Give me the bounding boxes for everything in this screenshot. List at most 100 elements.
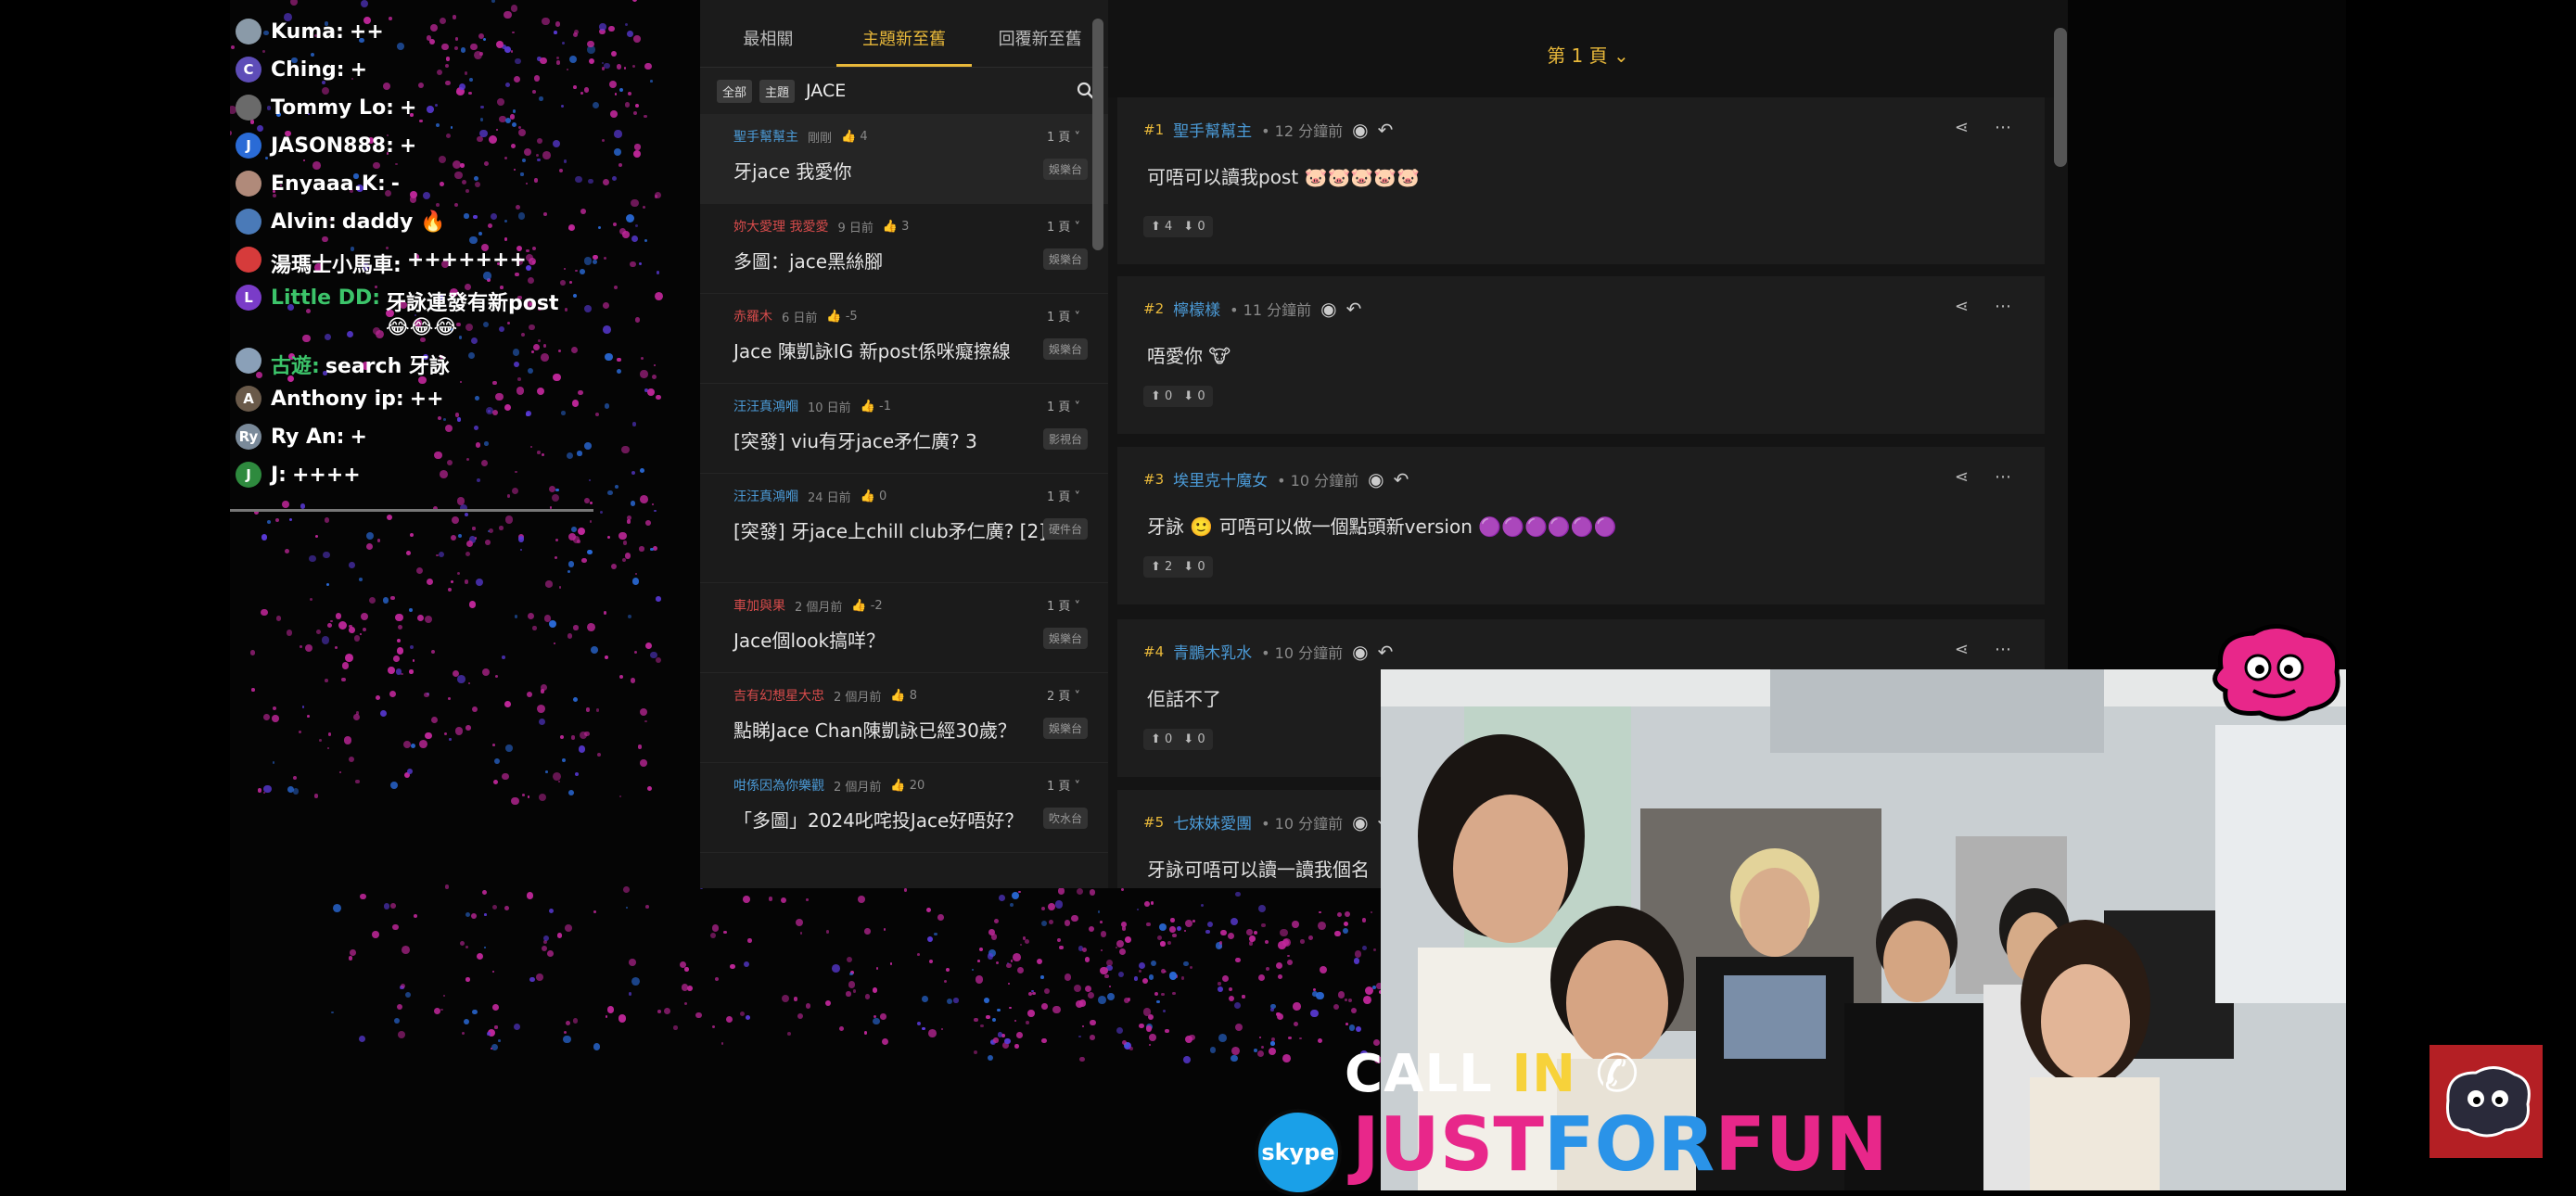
thread-category-badge[interactable]: 硬件台 <box>1043 518 1088 540</box>
upvote-button[interactable]: ⬆ 4 <box>1151 220 1172 234</box>
thread-category-badge[interactable]: 娛樂台 <box>1043 628 1088 649</box>
page-label[interactable]: 第 1 頁 ⌄ <box>1547 41 1629 68</box>
eye-icon[interactable]: ◉ <box>1352 119 1368 141</box>
upvote-button[interactable]: ⬆ 0 <box>1151 732 1172 746</box>
reply-author[interactable]: 檸檬樣 <box>1173 297 1220 320</box>
thread-pages[interactable]: 1 頁 ˅ <box>1047 217 1080 235</box>
reply-icon[interactable]: ↶ <box>1378 641 1394 663</box>
page-selector[interactable]: 第 1 頁 ⌄ <box>1108 0 2068 97</box>
thread-item[interactable]: 汪汪真鴻嗰10 日前👍 -1[突發] viu有牙jace矛仁廣? 31 頁 ˅影… <box>700 384 1108 474</box>
reply-author[interactable]: 七妹妹愛團 <box>1173 810 1252 833</box>
thread-author[interactable]: 汪汪真鴻嗰 <box>733 397 798 415</box>
thread-category-badge[interactable]: 影視台 <box>1043 428 1088 450</box>
more-icon[interactable]: ⋯ <box>1995 118 2011 137</box>
share-icon[interactable]: ⋖ <box>1955 118 1969 137</box>
more-icon[interactable]: ⋯ <box>1995 640 2011 659</box>
upvote-button[interactable]: ⬆ 0 <box>1151 389 1172 403</box>
thread-item[interactable]: 赤羅木6 日前👍 -5Jace 陳凱詠IG 新post係咪癡擦線1 頁 ˅娛樂台 <box>700 294 1108 384</box>
thread-title[interactable]: 點睇Jace Chan陳凱詠已經30歲？ <box>733 718 1091 744</box>
filter-chip-topic[interactable]: 主題 <box>759 80 795 103</box>
tab-newest-thread[interactable]: 主題新至舊 <box>836 0 973 67</box>
eye-icon[interactable]: ◉ <box>1352 811 1368 833</box>
thread-title[interactable]: Jace個look搞咩？ <box>733 628 1091 655</box>
thread-pages[interactable]: 1 頁 ˅ <box>1047 127 1080 145</box>
thread-author[interactable]: 咁係因為你樂觀 <box>733 776 824 795</box>
glitter-dot <box>635 224 638 227</box>
glitter-dot <box>1207 922 1213 927</box>
glitter-dot <box>558 781 560 782</box>
glitter-dot <box>607 536 610 539</box>
thread-pages[interactable]: 1 頁 ˅ <box>1047 487 1080 504</box>
thread-list-scrollbar[interactable] <box>1092 19 1103 250</box>
thread-pages[interactable]: 1 頁 ˅ <box>1047 776 1080 794</box>
more-icon[interactable]: ⋯ <box>1995 297 2011 316</box>
thread-pages[interactable]: 1 頁 ˅ <box>1047 596 1080 614</box>
reply-icon[interactable]: ↶ <box>1378 119 1394 141</box>
glitter-dot <box>557 933 562 937</box>
thread-author[interactable]: 汪汪真鴻嗰 <box>733 487 798 505</box>
tab-relevance[interactable]: 最相關 <box>700 0 836 67</box>
thread-item[interactable]: 吉有幻想星大忠2 個月前👍 8點睇Jace Chan陳凱詠已經30歲？2 頁 ˅… <box>700 673 1108 763</box>
thread-title[interactable]: 多圖：jace黑絲腳 <box>733 248 1091 275</box>
thread-item[interactable]: 咁係因為你樂觀2 個月前👍 20「多圖」2024叱咤投Jace好唔好？1 頁 ˅… <box>700 763 1108 853</box>
thread-author[interactable]: 吉有幻想星大忠 <box>733 686 824 705</box>
thread-author[interactable]: 妳大愛理 我愛愛 <box>733 217 828 235</box>
post-scrollbar[interactable] <box>2054 28 2067 167</box>
downvote-button[interactable]: ⬇ 0 <box>1183 732 1205 746</box>
glitter-dot <box>615 93 617 95</box>
upvote-button[interactable]: ⬆ 2 <box>1151 560 1172 574</box>
glitter-dot <box>349 956 352 960</box>
glitter-dot <box>884 928 886 931</box>
thread-title[interactable]: [突發] 牙jace上chill club矛仁廣? [2] <box>733 518 1091 545</box>
thread-item[interactable]: 聖手幫幫主剛剛👍 4牙jace 我愛你1 頁 ˅娛樂台 <box>700 114 1108 204</box>
share-icon[interactable]: ⋖ <box>1955 467 1969 487</box>
thread-title[interactable]: [突發] viu有牙jace矛仁廣? 3 <box>733 428 1091 455</box>
share-icon[interactable]: ⋖ <box>1955 297 1969 316</box>
thread-category-badge[interactable]: 娛樂台 <box>1043 718 1088 739</box>
eye-icon[interactable]: ◉ <box>1368 468 1384 490</box>
thread-author[interactable]: 聖手幫幫主 <box>733 127 798 146</box>
glitter-dot <box>865 994 871 999</box>
glitter-dot <box>618 532 626 540</box>
reply-icon[interactable]: ↶ <box>1394 468 1409 490</box>
thread-item[interactable]: 汪汪真鴻嗰24 日前👍 0[突發] 牙jace上chill club矛仁廣? [… <box>700 474 1108 583</box>
thread-category-badge[interactable]: 娛樂台 <box>1043 338 1088 360</box>
eye-icon[interactable]: ◉ <box>1352 641 1368 663</box>
thread-author[interactable]: 赤羅木 <box>733 307 772 325</box>
thread-category-badge[interactable]: 娛樂台 <box>1043 248 1088 270</box>
thread-title[interactable]: 牙jace 我愛你 <box>733 159 1091 185</box>
thread-author[interactable]: 車加與果 <box>733 596 785 615</box>
reply-time: • 10 分鐘前 <box>1277 468 1358 490</box>
reply-icon[interactable]: ↶ <box>1346 298 1362 320</box>
more-icon[interactable]: ⋯ <box>1995 467 2011 487</box>
reply-author[interactable]: 埃里克十魔女 <box>1173 467 1268 490</box>
downvote-button[interactable]: ⬇ 0 <box>1183 560 1205 574</box>
glitter-dot <box>414 914 417 918</box>
thread-category-badge[interactable]: 娛樂台 <box>1043 159 1088 180</box>
live-chat: Kuma:++CChing:+Tommy Lo:+JJASON888:+Enya… <box>232 0 603 494</box>
share-icon[interactable]: ⋖ <box>1955 640 1969 659</box>
glitter-dot <box>1012 892 1019 899</box>
thread-pages[interactable]: 1 頁 ˅ <box>1047 397 1080 414</box>
downvote-button[interactable]: ⬇ 0 <box>1183 389 1205 403</box>
downvote-button[interactable]: ⬇ 0 <box>1183 220 1205 234</box>
thread-item[interactable]: 車加與果2 個月前👍 -2Jace個look搞咩？1 頁 ˅娛樂台 <box>700 583 1108 673</box>
reply-author[interactable]: 聖手幫幫主 <box>1173 118 1252 141</box>
glitter-dot <box>639 546 644 552</box>
thread-item[interactable]: 妳大愛理 我愛愛9 日前👍 3多圖：jace黑絲腳1 頁 ˅娛樂台 <box>700 204 1108 294</box>
thread-title[interactable]: 「多圖」2024叱咤投Jace好唔好？ <box>733 808 1091 834</box>
glitter-dot <box>494 758 500 764</box>
glitter-dot <box>633 35 641 43</box>
glitter-dot <box>476 579 484 587</box>
thread-pages[interactable]: 2 頁 ˅ <box>1047 686 1080 704</box>
glitter-dot <box>1333 1004 1339 1010</box>
filter-chip-all[interactable]: 全部 <box>717 80 752 103</box>
thread-pages[interactable]: 1 頁 ˅ <box>1047 307 1080 324</box>
eye-icon[interactable]: ◉ <box>1320 298 1336 320</box>
reply-author[interactable]: 青鵬木乳水 <box>1173 640 1252 663</box>
tab-newest-reply[interactable]: 回覆新至舊 <box>972 0 1108 67</box>
thread-title[interactable]: Jace 陳凱詠IG 新post係咪癡擦線 <box>733 338 1091 365</box>
glitter-dot <box>411 744 415 748</box>
thread-category-badge[interactable]: 吹水台 <box>1043 808 1088 829</box>
search-input[interactable]: JACE <box>806 81 1077 101</box>
